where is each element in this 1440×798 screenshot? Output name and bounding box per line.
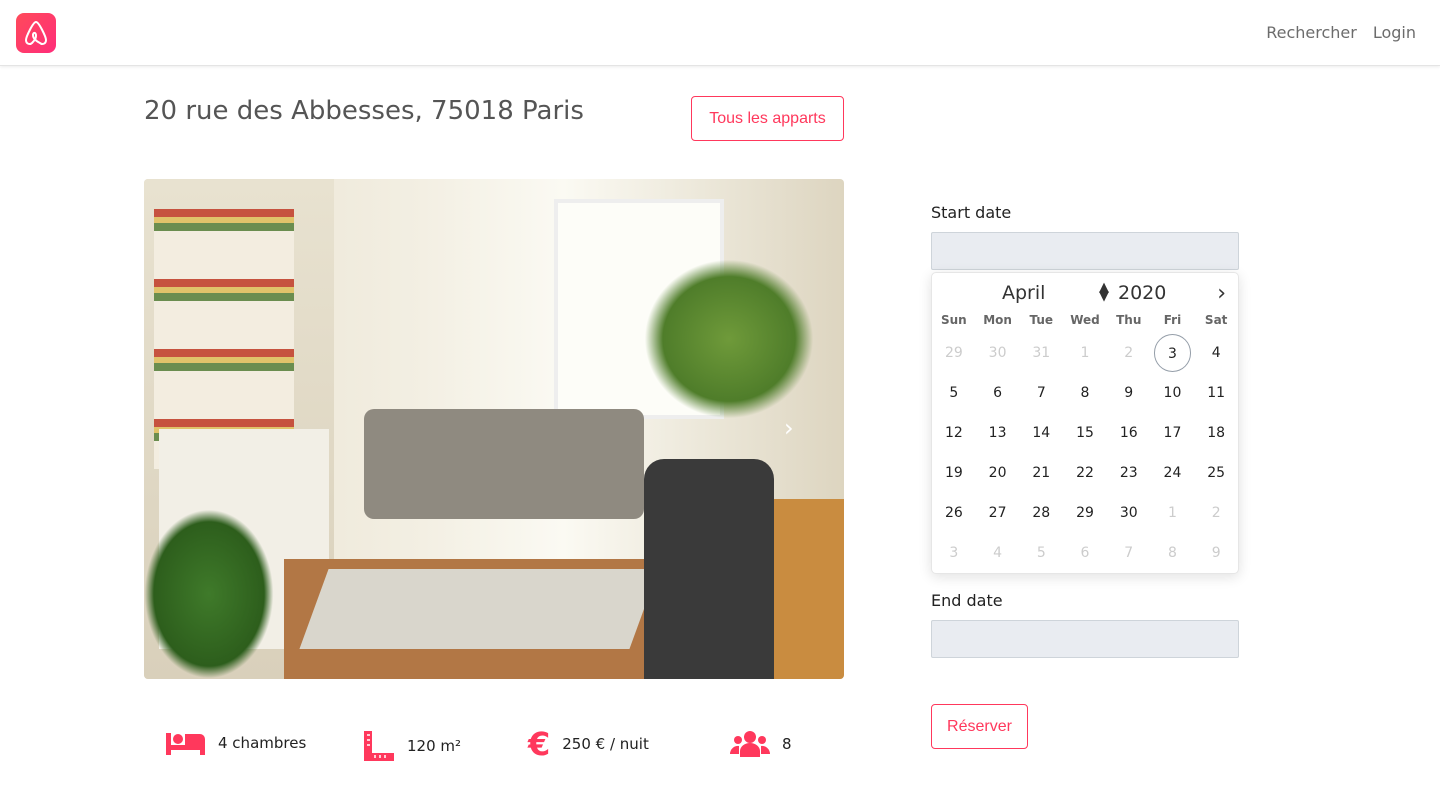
calendar-week: 12 13 14 15 16 17 18 [932,413,1238,453]
page-title: 20 rue des Abbesses, 75018 Paris [144,96,584,126]
calendar-day[interactable]: 23 [1110,454,1148,492]
calendar-day[interactable]: 16 [1110,414,1148,452]
weekday-label: Wed [1070,313,1100,327]
calendar-week: 5 6 7 8 9 10 11 [932,373,1238,413]
calendar-day[interactable]: 10 [1154,374,1192,412]
users-icon [730,731,770,757]
calendar-day[interactable]: 13 [979,414,1017,452]
calendar-day[interactable]: 20 [979,454,1017,492]
next-month-icon[interactable]: › [1217,281,1226,306]
navbar: Rechercher Login [0,0,1440,66]
year-input[interactable]: 2020 [1118,282,1166,304]
carousel-next-icon[interactable]: › [784,414,794,442]
calendar-day[interactable]: 29 [1066,494,1104,532]
end-date-label: End date [931,591,1003,610]
calendar-week: 29 30 31 1 2 3 4 [932,333,1238,373]
calendar-day[interactable]: 26 [935,494,973,532]
weekday-label: Fri [1163,313,1182,327]
airbnb-logo[interactable] [16,13,56,53]
calendar-day[interactable]: 24 [1154,454,1192,492]
weekday-label: Sat [1204,313,1228,327]
month-label[interactable]: April [1002,282,1045,304]
calendar-day[interactable]: 21 [1022,454,1060,492]
nav-login-link[interactable]: Login [1373,23,1416,42]
calendar-day[interactable]: 4 [1197,334,1235,372]
calendar-day[interactable]: 18 [1197,414,1235,452]
calendar-day: 7 [1124,545,1134,561]
calendar-day[interactable]: 9 [1110,374,1148,412]
calendar-week: 19 20 21 22 23 24 25 [932,453,1238,493]
calendar-day[interactable]: 19 [935,454,973,492]
calendar-day: 30 [988,345,1007,361]
price-text: 250 € / nuit [562,735,649,753]
calendar-day: 31 [1032,345,1051,361]
calendar-day: 29 [944,345,963,361]
end-date-input[interactable] [931,620,1239,658]
feature-area: 120 m² [363,730,461,762]
calendar-day[interactable]: 28 [1022,494,1060,532]
weekday-label: Sun [940,313,967,327]
calendar-day[interactable]: 12 [935,414,973,452]
feature-guests: 8 [730,730,792,758]
start-date-input[interactable] [931,232,1239,270]
feature-price: € 250 € / nuit [528,725,649,763]
calendar-day: 1 [1080,345,1090,361]
calendar-day: 4 [993,545,1003,561]
area-text: 120 m² [407,737,462,755]
apartment-photo: › [144,179,844,679]
feature-bedrooms: 4 chambres [166,730,306,756]
euro-icon: € [528,725,551,763]
calendar-day[interactable]: 15 [1066,414,1104,452]
calendar-day[interactable]: 3 [1153,334,1192,372]
calendar-day[interactable]: 25 [1197,454,1235,492]
weekday-label: Tue [1029,313,1054,327]
calendar-day[interactable]: 30 [1110,494,1148,532]
calendar-day: 5 [1036,545,1046,561]
calendar-day: 1 [1167,505,1177,521]
calendar-day[interactable]: 11 [1197,374,1235,412]
calendar-day: 8 [1167,545,1177,561]
calendar-week: 3 4 5 6 7 8 9 [932,533,1238,573]
calendar-day[interactable]: 17 [1154,414,1192,452]
calendar-day: 9 [1211,545,1221,561]
calendar-day[interactable]: 6 [979,374,1017,412]
nav-rechercher-link[interactable]: Rechercher [1266,23,1357,42]
guests-text: 8 [782,735,792,753]
calendar-day[interactable]: 14 [1022,414,1060,452]
calendar-day[interactable]: 5 [935,374,973,412]
calendar-day: 3 [949,545,959,561]
calendar-day: 2 [1124,345,1134,361]
start-date-label: Start date [931,203,1012,222]
weekday-label: Mon [983,313,1012,327]
year-stepper-icon[interactable]: ▲ ▼ [1099,281,1109,303]
calendar-day[interactable]: 22 [1066,454,1104,492]
calendar-day[interactable]: 7 [1022,374,1060,412]
ruler-icon [364,731,394,761]
date-picker: April ▲ ▼ 2020 › Sun Mon Tue Wed Thu Fri Sat 29… [931,272,1239,574]
calendar-week: 26 27 28 29 30 1 2 [932,493,1238,533]
bedrooms-text: 4 chambres [218,734,307,752]
weekday-label: Thu [1116,313,1142,327]
calendar-day: 2 [1211,505,1221,521]
calendar-day[interactable]: 8 [1066,374,1104,412]
reserve-button[interactable]: Réserver [931,704,1028,749]
airbnb-logo-icon [24,20,48,45]
bed-icon [166,733,205,755]
calendar-day[interactable]: 27 [979,494,1017,532]
calendar-day: 6 [1080,545,1090,561]
all-apartments-button[interactable]: Tous les apparts [691,96,844,141]
